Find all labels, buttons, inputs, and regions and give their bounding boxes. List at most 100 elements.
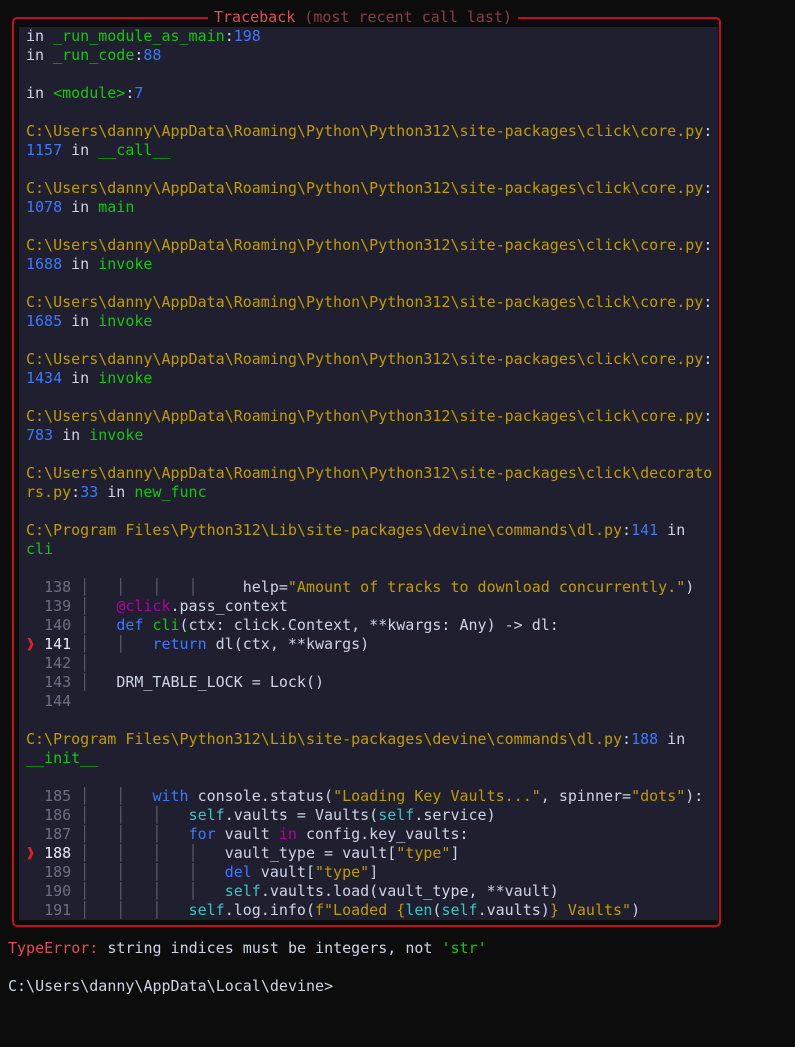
code-token: self <box>224 882 261 900</box>
code-token: (ctx: click.Context, **kwargs: Any) -> d… <box>179 616 559 634</box>
code-token: ] <box>450 844 460 862</box>
code-token: 198 <box>233 27 261 45</box>
code-token: } Vaults" <box>549 901 632 919</box>
code-token: self <box>441 901 478 919</box>
traceback-line: C:\Users\danny\AppData\Roaming\Python\Py… <box>26 464 712 483</box>
error-line-marker-icon: ❱ <box>26 635 45 653</box>
code-token: in <box>26 84 54 102</box>
code-token: │ <box>71 673 117 691</box>
traceback-line: C:\Users\danny\AppData\Roaming\Python\Py… <box>26 122 712 141</box>
code-token: "dots" <box>631 787 686 805</box>
line-number: 143 <box>44 673 72 691</box>
traceback-line: 189 │ │ │ │ del vault["type"] <box>26 863 712 882</box>
code-token: in <box>62 141 99 159</box>
code-token: 783 <box>26 426 54 444</box>
line-number: 144 <box>44 692 72 710</box>
code-token: dl(ctx, **kwargs) <box>206 635 370 653</box>
code-token: ] <box>369 863 379 881</box>
code-token: ): <box>685 787 704 805</box>
code-token: │ │ │ <box>71 806 189 824</box>
code-token: 7 <box>134 84 144 102</box>
traceback-line: C:\Program Files\Python312\Lib\site-pack… <box>26 521 712 540</box>
code-token: def <box>116 616 144 634</box>
traceback-line <box>26 160 712 179</box>
code-token: : <box>224 27 234 45</box>
error-line-marker-icon: ❱ <box>26 844 45 862</box>
code-token: DRM_TABLE_LOCK = Lock() <box>116 673 325 691</box>
error-line: TypeError: string indices must be intege… <box>8 939 487 958</box>
code-token: 141 <box>631 521 659 539</box>
code-token: C:\Program Files\Python312\Lib\site-pack… <box>26 730 623 748</box>
code-token: "type" <box>396 844 451 862</box>
code-token: __call__ <box>98 141 171 159</box>
code-token: <module> <box>53 84 126 102</box>
error-type: TypeError: <box>8 939 99 957</box>
code-token: @click <box>116 597 171 615</box>
code-token: in <box>26 46 54 64</box>
code-token: .vaults) <box>477 901 550 919</box>
traceback-line <box>26 65 712 84</box>
line-number: 141 <box>44 635 72 653</box>
command-prompt[interactable]: C:\Users\danny\AppData\Local\devine> <box>8 977 333 996</box>
code-token: C:\Users\danny\AppData\Roaming\Python\Py… <box>26 293 704 311</box>
traceback-line: 139 │ @click.pass_context <box>26 597 712 616</box>
code-token: C:\Program Files\Python312\Lib\site-pack… <box>26 521 623 539</box>
traceback-line: 1157 in __call__ <box>26 141 712 160</box>
code-token: cli <box>152 616 180 634</box>
traceback-line: __init__ <box>26 749 712 768</box>
traceback-line: 1078 in main <box>26 198 712 217</box>
traceback-line: 187 │ │ │ for vault in config.key_vaults… <box>26 825 712 844</box>
traceback-line <box>26 103 712 122</box>
code-token: .pass_context <box>170 597 288 615</box>
code-token: _run_module_as_main <box>53 27 225 45</box>
code-token: vault_type = vault[ <box>224 844 397 862</box>
code-token: console.status( <box>188 787 334 805</box>
traceback-line: 144 <box>26 692 712 711</box>
traceback-title: Traceback (most recent call last) <box>208 8 519 27</box>
code-token: : <box>71 483 81 501</box>
code-token: │ <box>71 616 117 634</box>
traceback-line: in <module>:7 <box>26 84 712 103</box>
code-token: 1688 <box>26 255 63 273</box>
traceback-line <box>26 445 712 464</box>
code-token: in <box>62 369 99 387</box>
line-number: 185 <box>44 787 72 805</box>
code-token: self <box>188 901 225 919</box>
code-token: in <box>98 483 135 501</box>
code-token: C:\Users\danny\AppData\Roaming\Python\Py… <box>26 179 704 197</box>
code-token: │ │ <box>71 635 153 653</box>
line-number: 138 <box>44 578 72 596</box>
error-message: string indices must be integers, not <box>98 939 442 957</box>
code-token: C:\Users\danny\AppData\Roaming\Python\Py… <box>26 407 704 425</box>
line-number: 187 <box>44 825 72 843</box>
traceback-line: ❱ 141 │ │ return dl(ctx, **kwargs) <box>26 635 712 654</box>
traceback-line: 1688 in invoke <box>26 255 712 274</box>
code-token: help= <box>242 578 288 596</box>
traceback-line: 190 │ │ │ │ self.vaults.load(vault_type,… <box>26 882 712 901</box>
code-token: len <box>405 901 433 919</box>
code-token: invoke <box>98 312 153 330</box>
traceback-line: 185 │ │ with console.status("Loading Key… <box>26 787 712 806</box>
traceback-line: 1685 in invoke <box>26 312 712 331</box>
code-token: __init__ <box>26 749 99 767</box>
traceback-line <box>26 388 712 407</box>
code-token: : <box>703 122 713 140</box>
code-token: f"Loaded { <box>315 901 406 919</box>
code-token: in <box>62 198 99 216</box>
code-token: "Amount of tracks to download concurrent… <box>287 578 686 596</box>
code-token: , spinner= <box>540 787 632 805</box>
line-number: 190 <box>44 882 72 900</box>
traceback-line <box>26 331 712 350</box>
traceback-line: C:\Users\danny\AppData\Roaming\Python\Py… <box>26 179 712 198</box>
code-token: invoke <box>89 426 144 444</box>
line-number: 142 <box>44 654 72 672</box>
code-token: rs.py <box>26 483 72 501</box>
